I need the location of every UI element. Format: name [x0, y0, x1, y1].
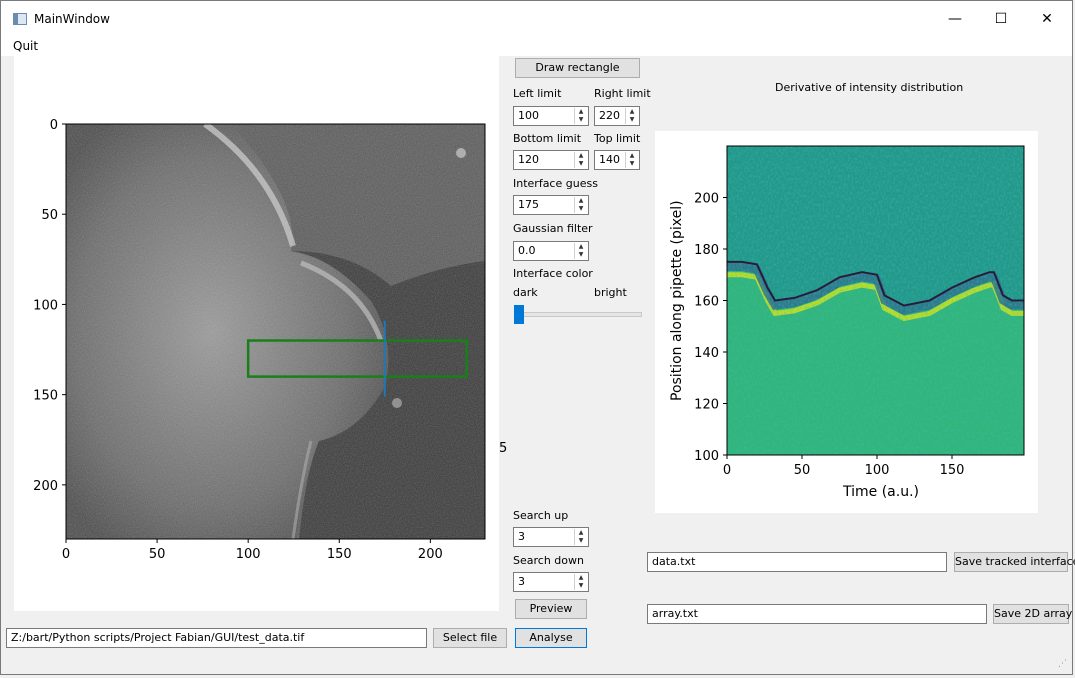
right-ytick-label: 120 [694, 398, 719, 413]
data-file-input[interactable]: data.txt [647, 552, 947, 572]
right-ytick-label: 140 [694, 346, 719, 361]
array-file-input[interactable]: array.txt [647, 604, 987, 624]
right-ytick-label: 160 [694, 295, 719, 310]
heatmap-texture [727, 146, 1024, 455]
resize-grip-icon[interactable]: ⋰ [1058, 659, 1067, 669]
right-ytick-label: 180 [694, 243, 719, 258]
right-plot: 1001201401601802000 50 100 150 Time (a.u.) … [669, 145, 1025, 500]
right-ytick-label: 200 [694, 192, 719, 207]
right-ytick-label: 100 [694, 449, 719, 464]
right-xtick-label: 50 [794, 463, 811, 478]
save-2d-array-button[interactable]: Save 2D array [993, 604, 1072, 624]
right-plot-ylabel: Position along pipette (pixel) [669, 200, 685, 401]
heatmap [727, 146, 1024, 455]
main-window: MainWindow — ☐ ✕ Quit 0 50 100 150 200 0… [0, 0, 1075, 675]
right-plot-xlabel: Time (a.u.) [842, 484, 919, 500]
right-xtick-label: 0 [723, 463, 731, 478]
right-xtick-label: 150 [940, 463, 965, 478]
right-xtick-label: 100 [865, 463, 890, 478]
save-tracked-interface-button[interactable]: Save tracked interface [954, 552, 1075, 572]
